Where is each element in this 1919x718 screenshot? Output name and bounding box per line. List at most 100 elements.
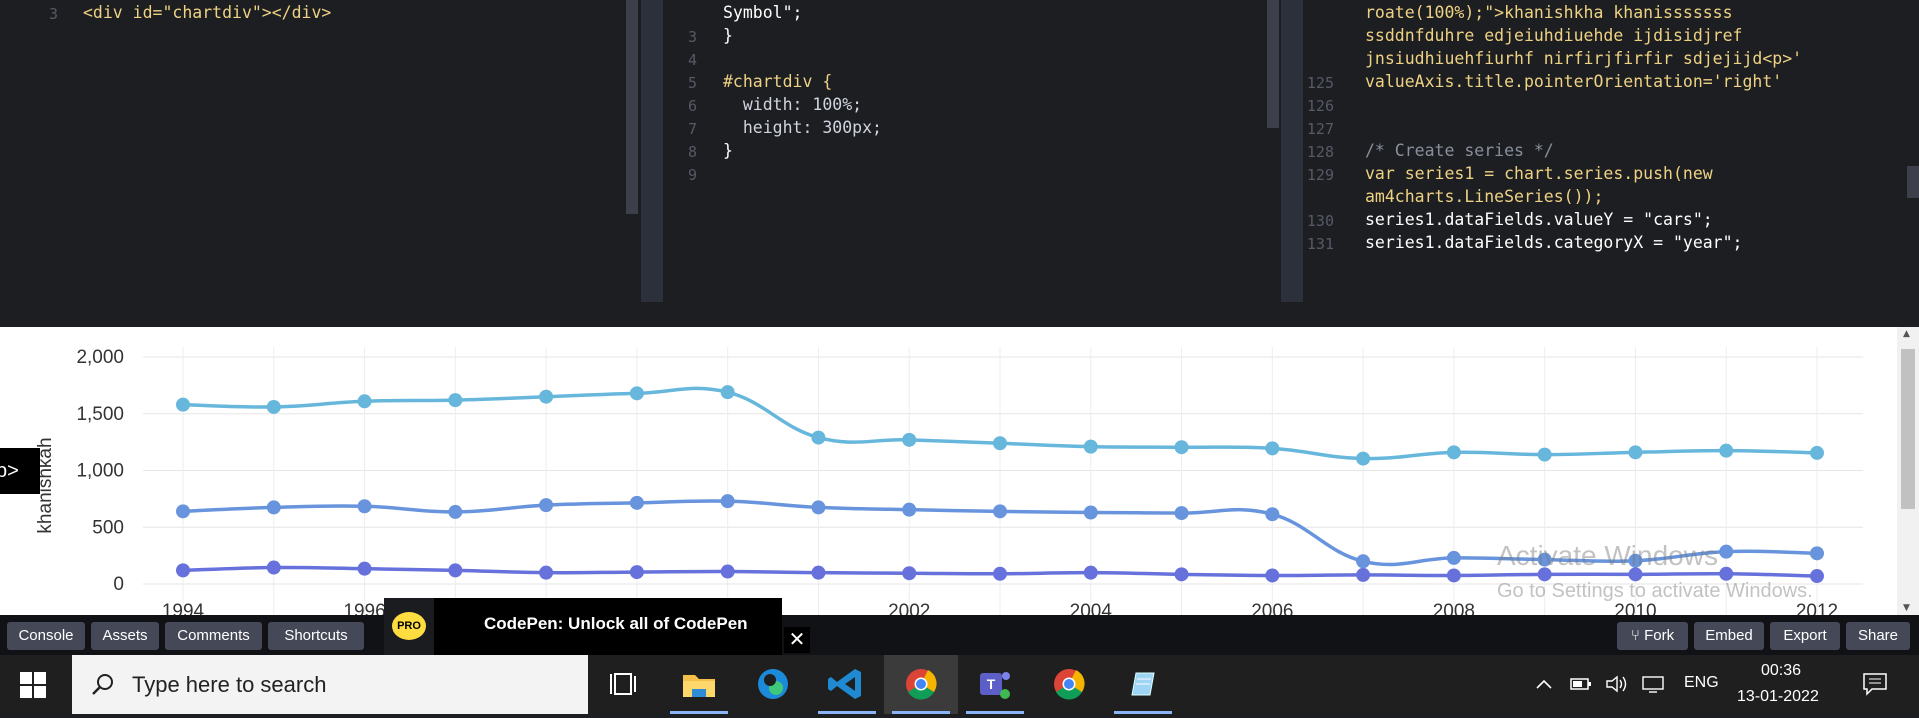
- volume-icon[interactable]: [1605, 674, 1629, 694]
- shortcuts-button[interactable]: Shortcuts: [268, 622, 364, 650]
- chrome-icon[interactable]: [884, 655, 958, 714]
- data-point: [720, 564, 735, 579]
- data-point: [1537, 447, 1552, 462]
- comments-button[interactable]: Comments: [165, 622, 262, 650]
- windows-start-icon[interactable]: [20, 672, 46, 698]
- y-tick-label: 0: [113, 574, 124, 595]
- code-line[interactable]: height: 300px;: [723, 118, 882, 137]
- data-point: [1628, 445, 1643, 460]
- task-view-icon[interactable]: [588, 655, 662, 714]
- language-indicator[interactable]: ENG: [1684, 674, 1719, 692]
- code-line[interactable]: }: [723, 26, 733, 45]
- data-point: [448, 393, 463, 408]
- pane-resizer[interactable]: [1281, 0, 1303, 302]
- scroll-down-icon[interactable]: ▼: [1903, 603, 1910, 613]
- code-line[interactable]: roate(100%);">khanishkha khanisssssss: [1365, 3, 1733, 22]
- code-line[interactable]: /* Create series */: [1365, 141, 1554, 160]
- data-point: [1810, 546, 1824, 561]
- code-line[interactable]: var series1 = chart.series.push(new: [1365, 164, 1713, 183]
- y-tick-label: 1,000: [76, 461, 124, 482]
- notepad-app-icon[interactable]: [1106, 655, 1180, 714]
- code-editor-area: 3 <div id="chartdiv"></div> Symbol"; 3} 4 5 #…: [0, 0, 1919, 302]
- html-pane-scrollbar[interactable]: [626, 0, 638, 214]
- css-editor-pane[interactable]: Symbol"; 3} 4 5 #chartdiv {6 width: 100%; 7 h…: [663, 0, 1281, 302]
- x-tick-label: 2012: [1796, 601, 1838, 615]
- line-number: 131: [1306, 235, 1334, 253]
- data-point: [266, 560, 281, 575]
- file-explorer-icon[interactable]: [662, 655, 736, 714]
- y-tick-label: 2,000: [76, 347, 124, 368]
- line-number: 3: [48, 5, 58, 23]
- data-point: [629, 495, 644, 510]
- clock-time[interactable]: 00:36: [1761, 662, 1801, 680]
- console-button[interactable]: Console: [7, 622, 85, 650]
- network-icon[interactable]: [1641, 674, 1665, 694]
- code-line[interactable]: ssddnfduhre edjeiuhdiuehde ijdisidjref: [1365, 26, 1743, 45]
- data-point: [539, 498, 554, 513]
- line-number: 125: [1306, 74, 1334, 92]
- js-editor-pane[interactable]: roate(100%);">khanishkha khanisssssss ssd…: [1303, 0, 1919, 302]
- code-line[interactable]: valueAxis.title.pointerOrientation='righ…: [1365, 72, 1782, 91]
- html-editor-pane[interactable]: 3 <div id="chartdiv"></div>: [0, 0, 640, 302]
- fork-button[interactable]: ⑂ Fork: [1617, 622, 1688, 650]
- promo-close-button[interactable]: ✕: [784, 627, 810, 653]
- chrome-icon[interactable]: [1032, 655, 1106, 714]
- notification-icon[interactable]: [1862, 672, 1888, 696]
- data-point: [902, 432, 917, 447]
- vscode-icon[interactable]: [810, 655, 884, 714]
- assets-button[interactable]: Assets: [91, 622, 159, 650]
- preview-scrollbar[interactable]: ▲ ▼: [1897, 327, 1919, 615]
- line-number: 5: [687, 74, 697, 92]
- clock-date[interactable]: 13-01-2022: [1737, 688, 1819, 706]
- pro-badge: PRO: [392, 612, 426, 640]
- teams-icon[interactable]: T: [958, 655, 1032, 714]
- code-line[interactable]: series1.dataFields.valueY = "cars";: [1365, 210, 1713, 229]
- editor-resize-bar[interactable]: [0, 302, 1919, 327]
- line-number: 126: [1306, 97, 1334, 115]
- search-icon: [92, 674, 113, 695]
- scroll-up-icon[interactable]: ▲: [1903, 329, 1910, 339]
- code-line[interactable]: jnsiudhiuehfiurhf nirfirjfirfir sdjejijd…: [1365, 49, 1802, 68]
- fork-label: Fork: [1644, 627, 1675, 644]
- x-tick-label: 1994: [162, 601, 205, 615]
- line-number: 4: [687, 51, 697, 69]
- code-line[interactable]: am4charts.LineSeries());: [1365, 187, 1603, 206]
- data-point: [1356, 451, 1371, 466]
- search-placeholder: Type here to search: [132, 672, 327, 697]
- chevron-up-icon[interactable]: [1535, 677, 1553, 691]
- data-point: [539, 389, 554, 404]
- code-line[interactable]: series1.dataFields.categoryX = "year";: [1365, 233, 1743, 252]
- embed-button[interactable]: Embed: [1694, 622, 1764, 650]
- line-number: 127: [1306, 120, 1334, 138]
- code-line[interactable]: width: 100%;: [723, 95, 862, 114]
- battery-icon[interactable]: [1570, 676, 1592, 692]
- codepen-pro-promo[interactable]: PRO CodePen: Unlock all of CodePen: [384, 598, 782, 655]
- pane-resizer[interactable]: [641, 0, 663, 302]
- data-point: [993, 566, 1007, 581]
- data-point: [902, 502, 917, 517]
- data-point: [1719, 544, 1734, 559]
- css-pane-scrollbar[interactable]: [1267, 0, 1279, 128]
- data-point: [266, 500, 281, 515]
- code-line[interactable]: #chartdiv {: [723, 72, 832, 91]
- activate-windows-subtext: Go to Settings to activate Windows.: [1497, 580, 1813, 602]
- code-line[interactable]: }: [723, 141, 733, 160]
- code-line[interactable]: Symbol";: [723, 3, 802, 22]
- side-tab: p>: [0, 448, 40, 494]
- line-number: 9: [687, 166, 697, 184]
- data-point: [176, 397, 190, 412]
- codepen-bottom-bar: Console Assets Comments Shortcuts ⑂ Fork…: [0, 615, 1919, 655]
- data-point: [902, 566, 917, 581]
- line-number: 7: [687, 120, 697, 138]
- x-tick-label: 2002: [888, 601, 930, 615]
- data-point: [1356, 567, 1371, 582]
- share-button[interactable]: Share: [1846, 622, 1910, 650]
- export-button[interactable]: Export: [1770, 622, 1840, 650]
- taskbar-search-box[interactable]: Type here to search: [72, 655, 588, 714]
- data-point: [993, 436, 1007, 451]
- edge-browser-icon[interactable]: [736, 655, 810, 714]
- js-pane-scrollbar[interactable]: [1907, 166, 1919, 198]
- scroll-thumb[interactable]: [1901, 349, 1915, 509]
- code-line[interactable]: <div id="chartdiv"></div>: [83, 3, 331, 22]
- x-tick-label: 2006: [1251, 601, 1293, 615]
